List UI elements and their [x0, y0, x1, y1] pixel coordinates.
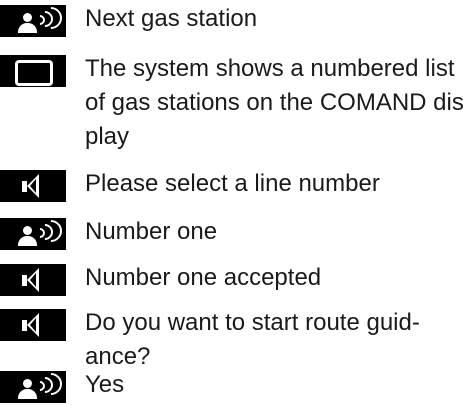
dialog-step: Next gas station: [0, 2, 455, 37]
dialog-step: The system shows a numbered list of gas …: [0, 52, 463, 154]
text-line: of gas stations on the COMAND dis-: [85, 89, 463, 116]
text-line: The system shows a numbered list: [85, 55, 455, 82]
speech-input-icon: [0, 2, 67, 37]
dialog-step-text: Yes: [85, 368, 455, 402]
dialog-step-text: Please select a line number: [85, 167, 455, 201]
text-line: Please select a line number: [85, 170, 380, 197]
display-icon: [0, 55, 66, 87]
speech-input-icon: [0, 215, 67, 250]
dialog-step-text: The system shows a numbered list of gas …: [85, 52, 463, 154]
dialog-step: Number one accepted: [0, 264, 455, 296]
text-line: Number one: [85, 218, 218, 245]
voice-output-icon: [0, 170, 66, 202]
voice-output-icon: [0, 309, 66, 341]
dialog-step-text: Number one accepted: [85, 261, 455, 295]
text-line: Number one accepted: [85, 264, 322, 291]
dialog-step-text: Number one: [85, 215, 455, 249]
dialog-step: Yes: [0, 368, 455, 403]
text-line: Next gas station: [85, 5, 258, 32]
dialog-step: Do you want to start route guid- ance?: [0, 309, 455, 374]
dialog-step-text: Do you want to start route guid- ance?: [85, 306, 455, 374]
text-line: Do you want to start route guid-: [85, 309, 420, 336]
voice-dialog: Next gas station The system shows a numb…: [0, 0, 463, 406]
speech-input-icon: [0, 368, 67, 403]
text-line: Yes: [85, 371, 125, 398]
text-line: play: [85, 123, 130, 150]
dialog-step-text: Next gas station: [85, 2, 455, 36]
voice-output-icon: [0, 264, 66, 296]
dialog-step: Number one: [0, 215, 455, 250]
dialog-step: Please select a line number: [0, 170, 455, 202]
